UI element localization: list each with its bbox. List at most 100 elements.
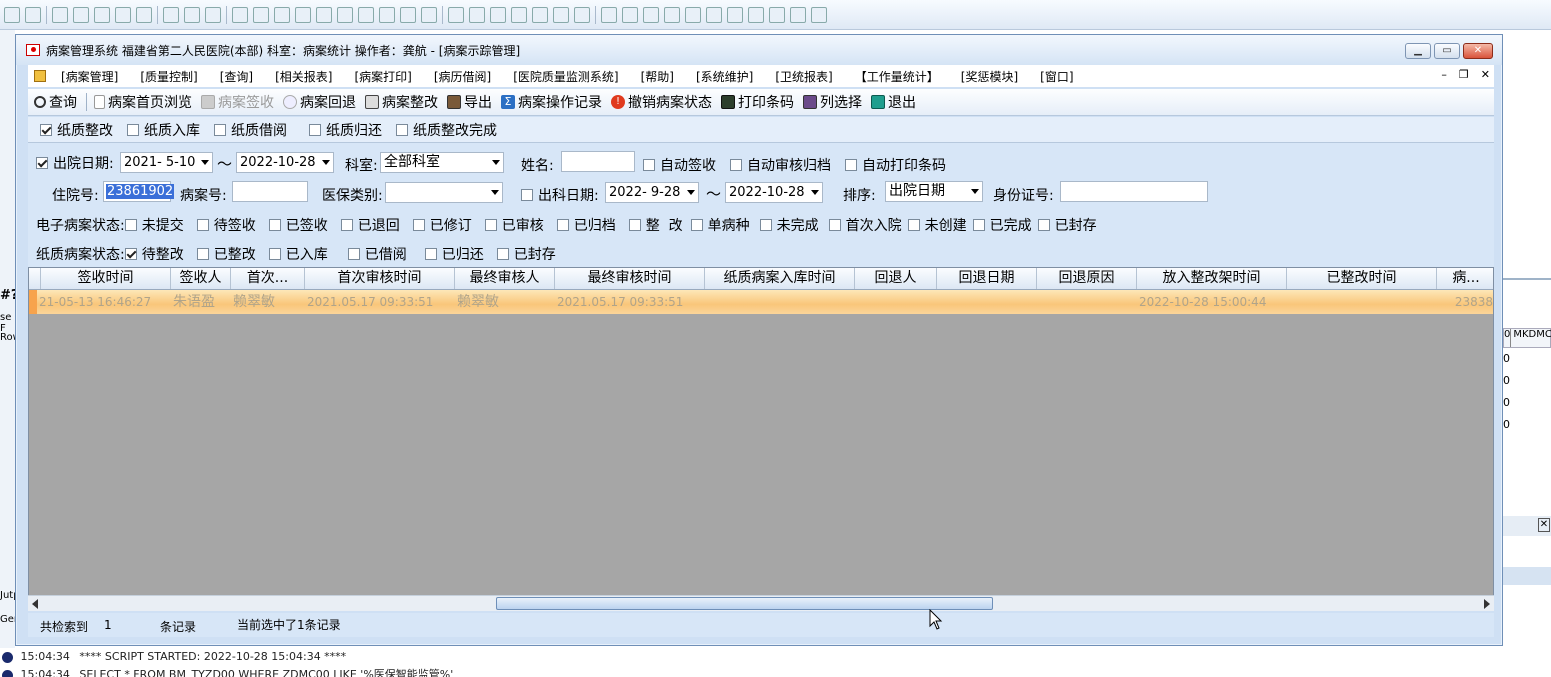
auto-sign-label[interactable]: 自动签收 — [660, 155, 716, 175]
status-label[interactable]: 待整改 — [142, 244, 184, 264]
status-label[interactable]: 已借阅 — [365, 244, 407, 264]
menu-item[interactable]: [病历借阅] — [423, 68, 502, 85]
status-checkbox[interactable] — [496, 248, 509, 260]
stop-icon[interactable] — [532, 6, 548, 23]
discharge-date-from[interactable]: 2021- 5-10 — [120, 152, 213, 173]
column-header[interactable]: 首次审核时间 — [305, 268, 455, 289]
mdi-close-icon[interactable]: ✕ — [1481, 68, 1490, 81]
column-header[interactable]: 首次... — [231, 268, 305, 289]
edit-file-icon[interactable] — [73, 6, 89, 23]
grid-icon[interactable] — [274, 6, 290, 23]
insurance-select[interactable] — [385, 182, 503, 203]
tab-checkbox[interactable] — [214, 123, 226, 136]
tab-label[interactable]: 纸质整改完成 — [413, 120, 497, 140]
sort-select[interactable]: 出院日期 — [885, 181, 983, 202]
tab-label[interactable]: 纸质整改 — [57, 120, 113, 140]
chevron-down-icon[interactable] — [492, 160, 500, 165]
connect-icon[interactable] — [205, 6, 221, 23]
tab-label[interactable]: 纸质入库 — [144, 120, 200, 140]
dept-out-checkbox[interactable] — [521, 189, 533, 201]
auto-archive-label[interactable]: 自动审核归档 — [747, 155, 831, 175]
status-label[interactable]: 已退回 — [358, 215, 400, 235]
status-checkbox[interactable] — [484, 219, 497, 231]
column-header[interactable]: 病... — [1437, 268, 1493, 289]
status-label[interactable]: 首次入院 — [846, 215, 902, 235]
menu-item[interactable]: [相关报表] — [264, 68, 343, 85]
save-all-icon[interactable] — [136, 6, 152, 23]
column-header[interactable]: 签收时间 — [41, 268, 171, 289]
prev-record-icon[interactable] — [469, 6, 485, 23]
query-button[interactable]: 查询 — [34, 92, 77, 112]
status-label[interactable]: 未创建 — [925, 215, 967, 235]
column-header[interactable]: 纸质病案入库时间 — [705, 268, 855, 289]
run-icon[interactable] — [490, 6, 506, 23]
table-row[interactable]: 21-05-13 16:46:27 朱语盈 赖翠敏 2021.05.17 09:… — [29, 290, 1493, 314]
tab-label[interactable]: 纸质借阅 — [231, 120, 287, 140]
menu-item[interactable]: [卫统报表] — [764, 68, 843, 85]
menu-item[interactable]: [质量控制] — [129, 68, 208, 85]
close-icon[interactable]: ✕ — [1538, 518, 1550, 532]
record-no-input[interactable] — [232, 181, 308, 202]
tab-checkbox[interactable] — [309, 123, 321, 136]
mdi-restore-icon[interactable]: ❐ — [1459, 68, 1469, 81]
dept-out-to[interactable]: 2022-10-28 — [725, 182, 823, 203]
inpatient-no-input[interactable]: 23861902 — [103, 181, 175, 202]
layout-icon[interactable] — [184, 6, 200, 23]
menu-item[interactable]: [查询] — [209, 68, 264, 85]
scroll-right-icon[interactable] — [1484, 599, 1490, 609]
export-data-icon[interactable] — [316, 6, 332, 23]
menu-item[interactable]: [窗口] — [1029, 68, 1084, 85]
menu-item[interactable]: [系统维护] — [685, 68, 764, 85]
status-checkbox[interactable] — [972, 219, 985, 231]
highlight-icon[interactable] — [769, 6, 785, 23]
column-header[interactable]: 回退日期 — [937, 268, 1037, 289]
debug-icon[interactable] — [601, 6, 617, 23]
status-checkbox[interactable] — [124, 248, 137, 260]
auto-print-label[interactable]: 自动打印条码 — [862, 155, 946, 175]
status-checkbox[interactable] — [1037, 219, 1050, 231]
tip-icon[interactable] — [790, 6, 806, 23]
open-folder-icon[interactable] — [94, 6, 110, 23]
menu-item[interactable]: 【工作量统计】 — [844, 68, 950, 85]
status-checkbox[interactable] — [759, 219, 772, 231]
menu-item[interactable]: [帮助] — [630, 68, 685, 85]
chevron-down-icon[interactable] — [491, 190, 499, 195]
tab-checkbox[interactable] — [127, 123, 139, 136]
back-icon[interactable] — [4, 6, 20, 23]
record-icon[interactable] — [400, 6, 416, 23]
status-checkbox[interactable] — [196, 219, 209, 231]
status-label[interactable]: 已入库 — [286, 244, 328, 264]
tab-label[interactable]: 纸质归还 — [326, 120, 382, 140]
column-header[interactable]: 最终审核时间 — [555, 268, 705, 289]
status-label[interactable]: 已归档 — [574, 215, 616, 235]
status-checkbox[interactable] — [268, 248, 281, 260]
scrollbar-thumb[interactable] — [496, 597, 993, 610]
scroll-left-icon[interactable] — [32, 599, 38, 609]
status-label[interactable]: 整 改 — [646, 215, 683, 235]
calendar-icon[interactable] — [337, 6, 353, 23]
status-label[interactable]: 已封存 — [514, 244, 556, 264]
status-checkbox[interactable] — [828, 219, 841, 231]
copy-icon[interactable] — [643, 6, 659, 23]
status-checkbox[interactable] — [124, 219, 137, 231]
brush-icon[interactable] — [727, 6, 743, 23]
column-header[interactable]: 回退人 — [855, 268, 937, 289]
export-button[interactable]: 导出 — [447, 92, 492, 112]
menu-item[interactable]: [医院质量监测系统] — [502, 68, 629, 85]
column-header[interactable]: 放入整改架时间 — [1137, 268, 1287, 289]
status-checkbox[interactable] — [628, 219, 641, 231]
filter-icon[interactable] — [232, 6, 248, 23]
status-checkbox[interactable] — [556, 219, 569, 231]
chevron-down-icon[interactable] — [322, 160, 330, 165]
id-input[interactable] — [1060, 181, 1208, 202]
sound-icon[interactable] — [379, 6, 395, 23]
auto-archive-checkbox[interactable] — [730, 159, 742, 171]
replace-icon[interactable] — [706, 6, 722, 23]
operation-log-button[interactable]: Σ 病案操作记录 — [501, 92, 602, 112]
status-checkbox[interactable] — [412, 219, 425, 231]
revoke-status-button[interactable]: ! 撤销病案状态 — [611, 92, 712, 112]
sql-icon[interactable] — [163, 6, 179, 23]
print-barcode-button[interactable]: 打印条码 — [721, 92, 794, 112]
last-record-icon[interactable] — [574, 6, 590, 23]
dept-select[interactable]: 全部科室 — [380, 152, 504, 173]
